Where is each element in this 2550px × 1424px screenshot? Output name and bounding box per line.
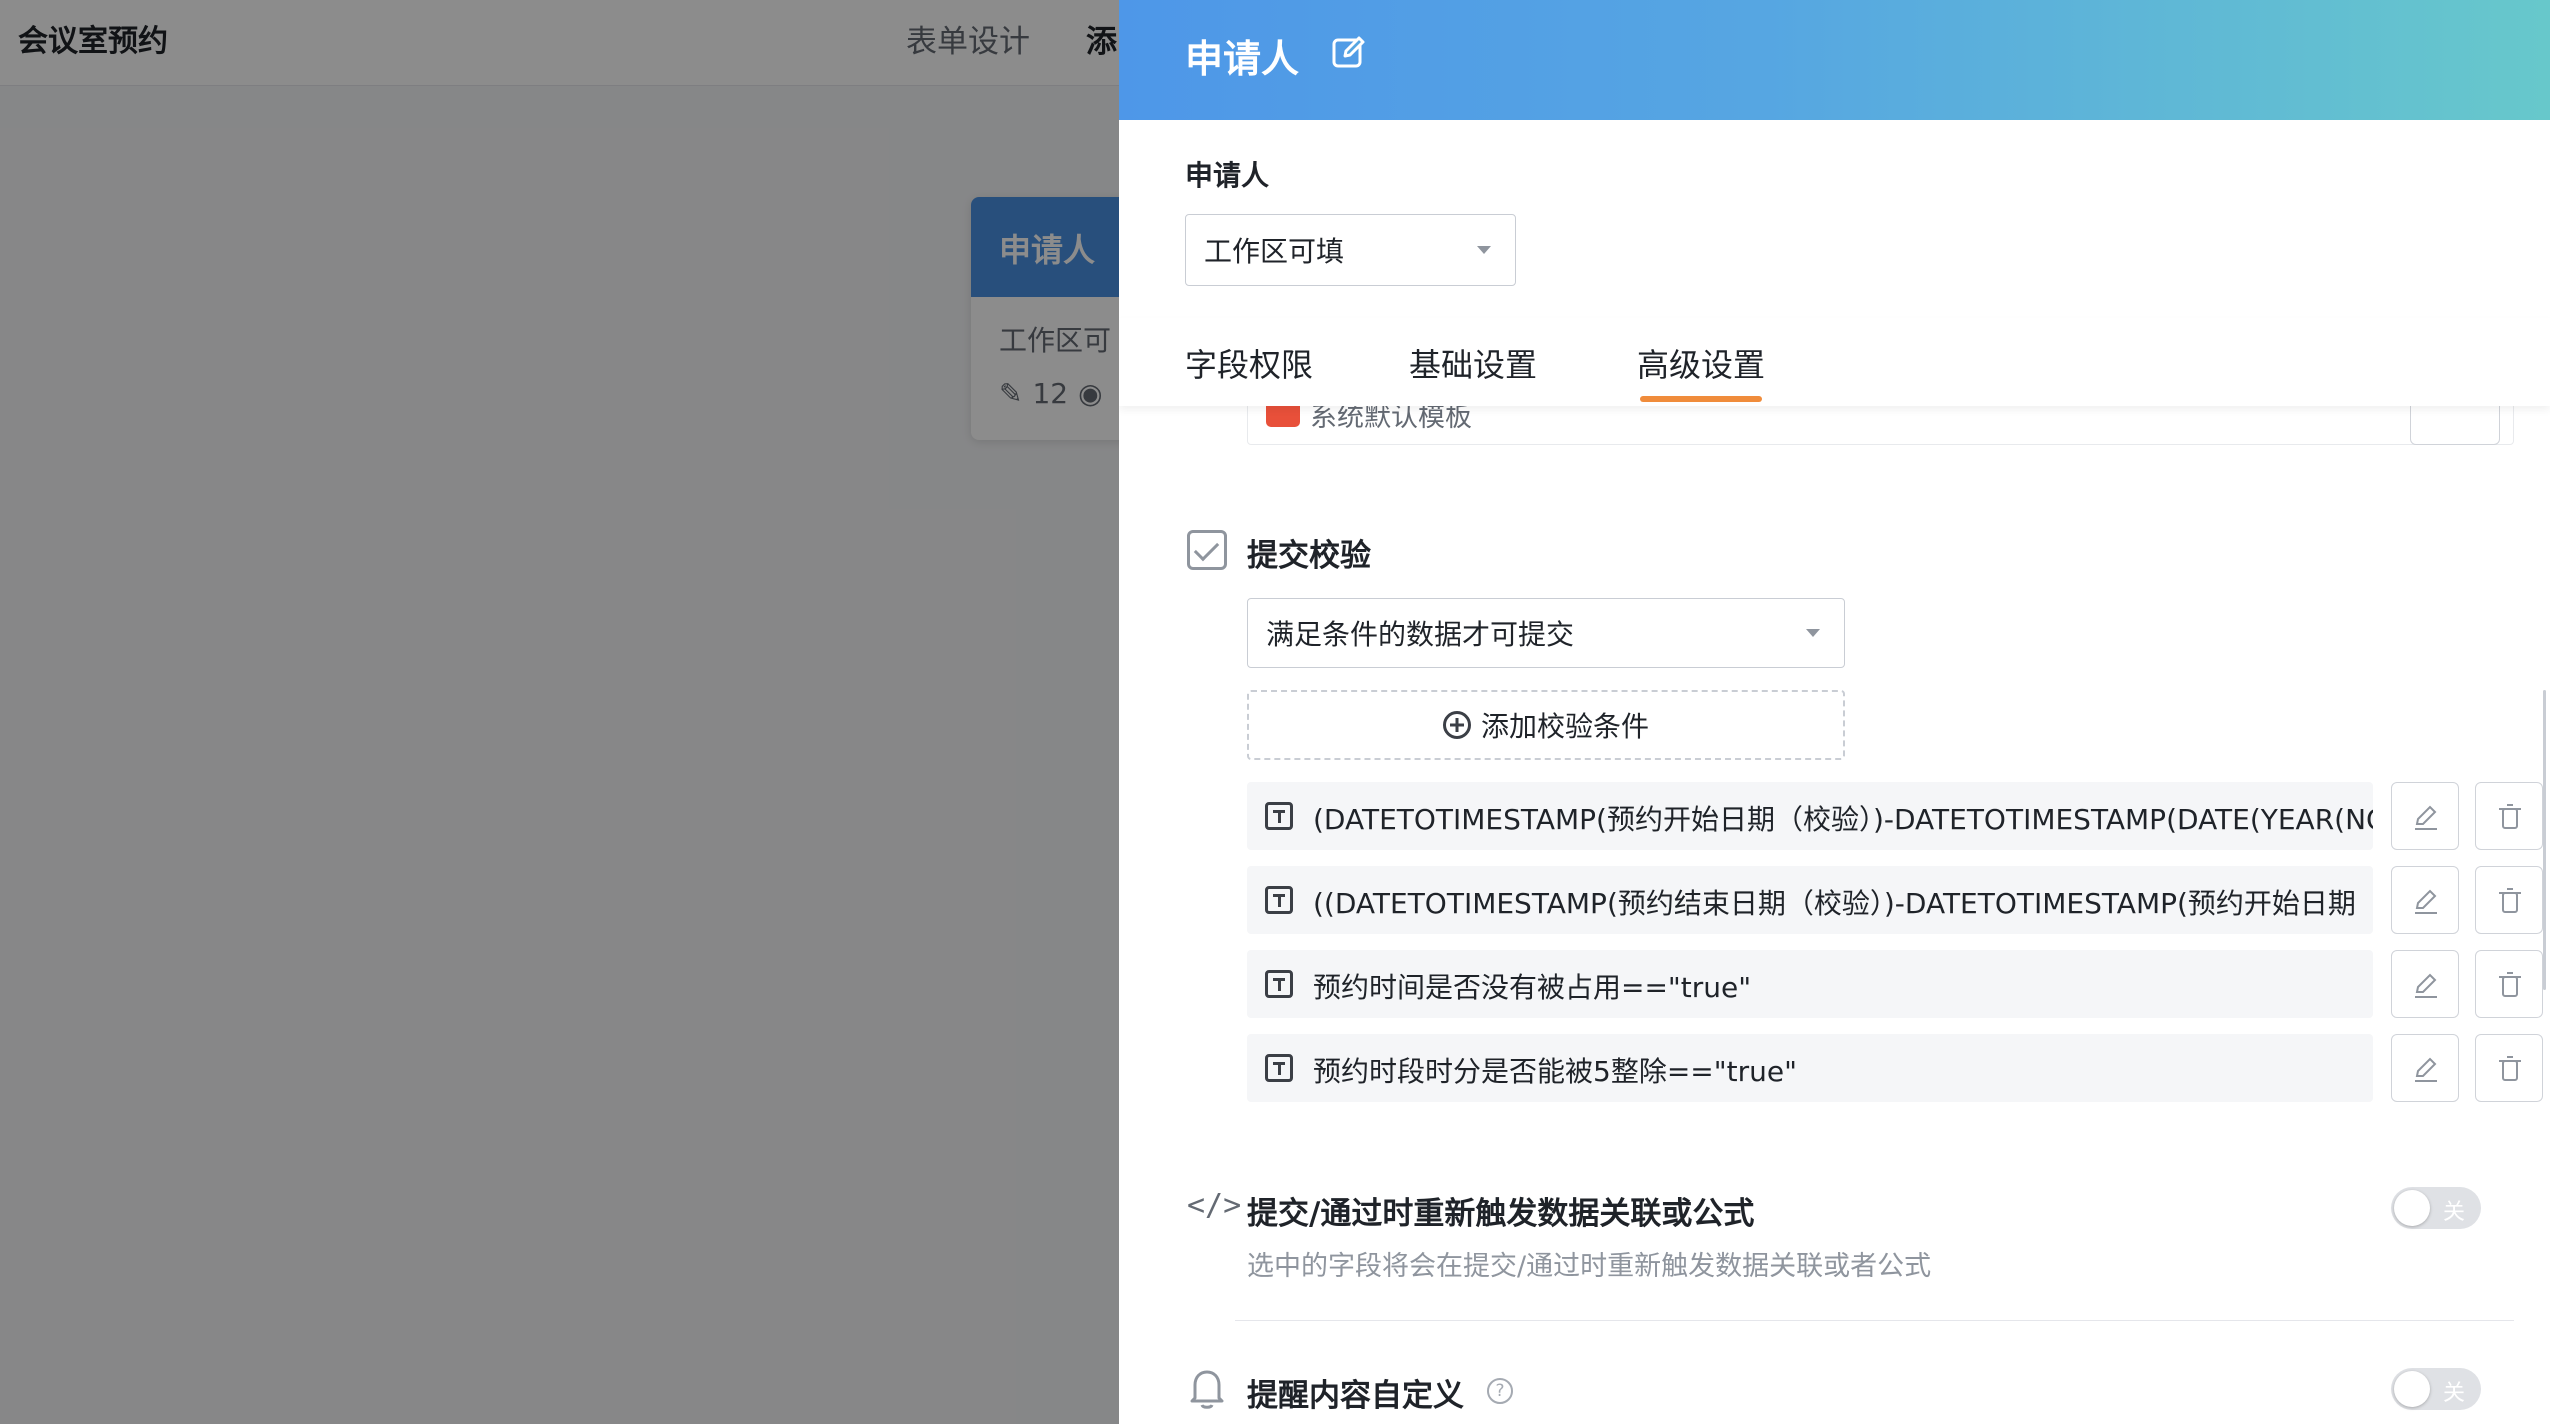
delete-condition-button[interactable] <box>2475 866 2543 934</box>
trash-icon <box>2499 888 2521 913</box>
text-type-icon <box>1265 970 1293 998</box>
tab-basic-settings[interactable]: 基础设置 <box>1409 340 1537 386</box>
pencil-icon <box>2415 973 2437 998</box>
text-type-icon <box>1265 1054 1293 1082</box>
pencil-icon <box>2415 1057 2437 1082</box>
tab-advanced-settings[interactable]: 高级设置 <box>1637 340 1765 386</box>
edit-condition-button[interactable] <box>2391 782 2459 850</box>
validation-mode-value: 满足条件的数据才可提交 <box>1266 618 1575 651</box>
plus-circle-icon <box>1442 711 1471 739</box>
validation-condition-row[interactable]: 预约时段时分是否能被5整除=="true" <box>1247 1034 2373 1102</box>
active-tab-indicator <box>1640 396 1762 402</box>
retrigger-title: 提交/通过时重新触发数据关联或公式 <box>1247 1196 1755 1232</box>
condition-formula: 预约时间是否没有被占用=="true" <box>1313 971 1752 1004</box>
trash-icon <box>2499 972 2521 997</box>
settings-drawer: 申请人 申请人 工作区可填 系统默认模板 字段权限 基础设置 高级设置 提交校验… <box>1119 0 2550 1424</box>
validation-condition-row[interactable]: (DATETOTIMESTAMP(预约开始日期（校验）)-DATETOTIMES… <box>1247 782 2373 850</box>
condition-formula: (DATETOTIMESTAMP(预约开始日期（校验）)-DATETOTIMES… <box>1313 803 2373 836</box>
reminder-toggle[interactable]: 关 <box>2391 1368 2481 1410</box>
bell-icon <box>1190 1370 1224 1409</box>
text-type-icon <box>1265 886 1293 914</box>
help-icon[interactable]: ? <box>1487 1378 1513 1404</box>
caret-down-icon <box>1806 629 1820 637</box>
pencil-icon <box>2415 889 2437 914</box>
submit-validation-checkbox[interactable] <box>1187 530 1227 570</box>
pencil-icon <box>2415 805 2437 830</box>
text-type-icon <box>1265 802 1293 830</box>
settings-tabs: 字段权限 基础设置 高级设置 <box>1119 318 2550 406</box>
delete-condition-button[interactable] <box>2475 950 2543 1018</box>
trash-icon <box>2499 804 2521 829</box>
drawer-header: 申请人 <box>1119 0 2550 120</box>
validation-mode-select[interactable]: 满足条件的数据才可提交 <box>1247 598 1845 668</box>
add-validation-button[interactable]: 添加校验条件 <box>1247 690 1845 760</box>
section-divider <box>1235 1320 2514 1321</box>
reminder-title: 提醒内容自定义 <box>1247 1378 1464 1414</box>
drawer-title: 申请人 <box>1185 37 1300 81</box>
condition-formula: 预约时段时分是否能被5整除=="true" <box>1313 1055 1797 1088</box>
validation-condition-row[interactable]: 预约时间是否没有被占用=="true" <box>1247 950 2373 1018</box>
condition-formula: ((DATETOTIMESTAMP(预约结束日期（校验）)-DATETOTIME… <box>1313 887 2356 920</box>
add-validation-label: 添加校验条件 <box>1480 710 1649 743</box>
edit-condition-button[interactable] <box>2391 1034 2459 1102</box>
retrigger-description: 选中的字段将会在提交/通过时重新触发数据关联或者公式 <box>1247 1251 1932 1282</box>
edit-condition-button[interactable] <box>2391 950 2459 1018</box>
delete-condition-button[interactable] <box>2475 782 2543 850</box>
edit-icon[interactable] <box>1329 32 1369 72</box>
scrollbar[interactable] <box>2543 690 2546 990</box>
code-icon: </> <box>1187 1188 1242 1223</box>
toggle-knob <box>2394 1371 2430 1407</box>
caret-down-icon <box>1477 246 1491 254</box>
retrigger-toggle[interactable]: 关 <box>2391 1187 2481 1229</box>
toggle-knob <box>2394 1190 2430 1226</box>
edit-condition-button[interactable] <box>2391 866 2459 934</box>
toggle-label: 关 <box>2443 1200 2466 1225</box>
tab-field-permission[interactable]: 字段权限 <box>1185 340 1313 386</box>
delete-condition-button[interactable] <box>2475 1034 2543 1102</box>
toggle-label: 关 <box>2443 1381 2466 1406</box>
validation-condition-row[interactable]: ((DATETOTIMESTAMP(预约结束日期（校验）)-DATETOTIME… <box>1247 866 2373 934</box>
trash-icon <box>2499 1056 2521 1081</box>
field-label: 申请人 <box>1185 159 1270 192</box>
permission-select[interactable]: 工作区可填 <box>1185 214 1516 286</box>
submit-validation-title: 提交校验 <box>1247 538 1371 574</box>
permission-select-value: 工作区可填 <box>1204 235 1345 268</box>
